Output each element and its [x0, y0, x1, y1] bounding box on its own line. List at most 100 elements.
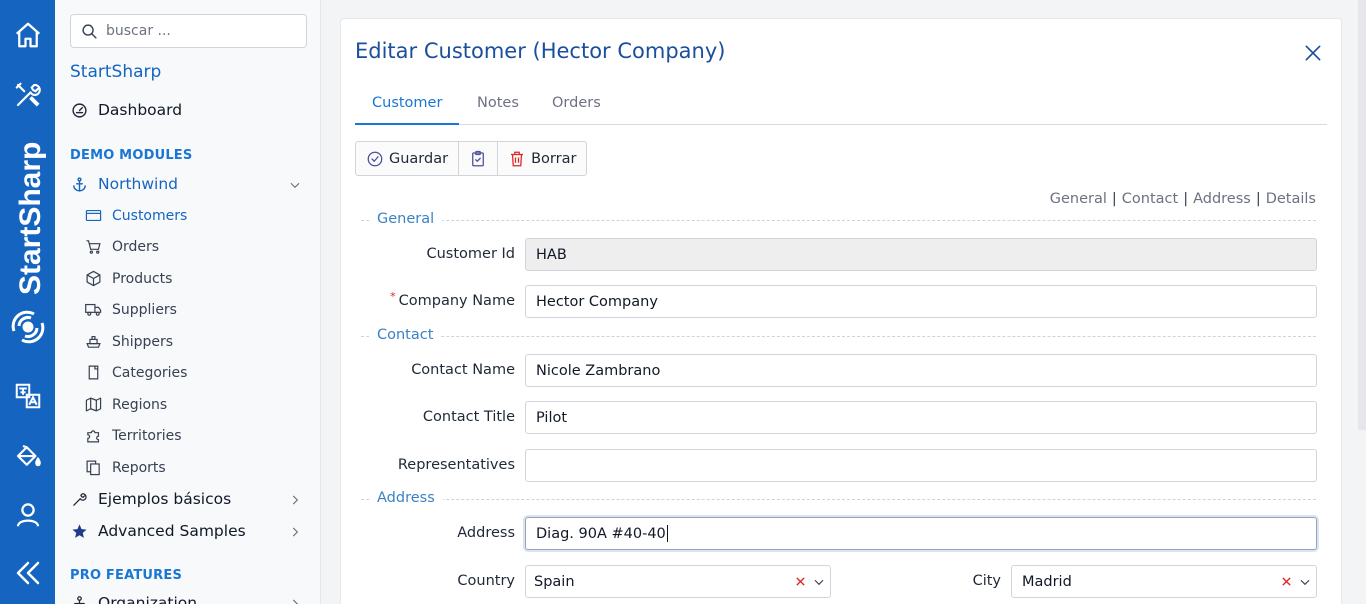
sidebar-item-categories[interactable]: Categories [85, 364, 187, 381]
sidebar-item-dashboard[interactable]: Dashboard [71, 101, 182, 119]
city-label: City [972, 573, 1001, 589]
sidebar: StartSharp Dashboard DEMO MODULES Northw… [55, 0, 321, 604]
map-icon [85, 397, 102, 412]
sidebar-item-customers[interactable]: Customers [85, 207, 187, 224]
category-link-general[interactable]: General [1050, 191, 1107, 207]
sidebar-item-label: Reports [112, 459, 166, 476]
chevron-down-icon[interactable] [1298, 575, 1312, 589]
save-button[interactable]: Guardar [356, 142, 460, 175]
chevron-down-icon[interactable] [288, 178, 302, 192]
representatives-field[interactable] [525, 449, 1317, 482]
clear-icon[interactable] [795, 576, 806, 587]
category-contact-title: Contact [369, 327, 442, 343]
tag-icon [88, 365, 99, 380]
collapse-icon[interactable] [8, 553, 48, 593]
sidebar-item-products[interactable]: Products [85, 270, 172, 287]
customer-id-label: Customer Id [426, 246, 515, 262]
page-scrollbar[interactable] [1358, 0, 1366, 430]
category-links: General | Contact | Address | Details [1050, 191, 1316, 207]
city-select[interactable]: Madrid [1011, 565, 1317, 598]
tab-orders[interactable]: Orders [535, 95, 618, 125]
category-link-details[interactable]: Details [1266, 191, 1316, 207]
sidebar-item-label: Advanced Samples [98, 522, 246, 540]
category-divider [361, 220, 1316, 221]
star-icon [72, 523, 87, 538]
chevron-right-icon[interactable] [288, 493, 302, 507]
clipboard-check-icon [472, 150, 484, 166]
country-value: Spain [534, 573, 575, 590]
delete-button[interactable]: Borrar [498, 142, 586, 175]
required-marker: * [390, 290, 396, 303]
sidebar-item-label: Suppliers [112, 301, 177, 318]
anchor-icon [73, 176, 86, 192]
address-value: Diag. 90A #40-40 [536, 525, 666, 542]
clear-icon[interactable] [1281, 576, 1292, 587]
tools-icon[interactable] [8, 75, 48, 115]
contact-name-label: Contact Name [411, 362, 515, 378]
contact-title-field[interactable]: Pilot [525, 401, 1317, 434]
company-name-label-text: Company Name [398, 293, 515, 309]
sidebar-item-organization[interactable]: Organization [71, 594, 197, 604]
separator: | [1255, 191, 1261, 207]
app-title[interactable]: StartSharp [70, 62, 161, 82]
category-general-title: General [369, 211, 443, 227]
tab-customer[interactable]: Customer [355, 95, 460, 125]
paint-bucket-icon[interactable] [8, 436, 48, 476]
chevron-right-icon[interactable] [288, 597, 302, 604]
sidebar-item-shippers[interactable]: Shippers [85, 333, 173, 350]
category-divider [361, 336, 1316, 337]
search-box[interactable] [70, 14, 307, 48]
category-link-address[interactable]: Address [1193, 191, 1251, 207]
truck-icon [85, 303, 102, 316]
cart-icon [86, 240, 101, 254]
company-name-field[interactable]: Hector Company [525, 285, 1317, 318]
icon-rail: StartSharp [0, 0, 55, 604]
sidebar-item-territories[interactable]: Territories [85, 427, 182, 444]
country-label: Country [457, 573, 515, 589]
reports-icon [86, 460, 100, 476]
category-divider [361, 499, 1316, 500]
section-demo-modules: DEMO MODULES [70, 148, 193, 163]
trash-icon [511, 151, 524, 166]
wrench-icon [73, 492, 87, 506]
customer-id-field[interactable]: HAB [525, 238, 1317, 271]
user-icon[interactable] [8, 495, 48, 535]
check-circle-icon [367, 151, 383, 166]
translate-icon[interactable] [8, 376, 48, 416]
category-address-title: Address [369, 490, 443, 506]
puzzle-icon [87, 430, 100, 443]
chevron-right-icon[interactable] [288, 525, 302, 539]
chevron-down-icon[interactable] [812, 575, 826, 589]
sidebar-item-label: Organization [98, 594, 198, 604]
contact-name-field[interactable]: Nicole Zambrano [525, 354, 1317, 387]
home-icon[interactable] [8, 15, 48, 55]
address-field[interactable]: Diag. 90A #40-40 [525, 517, 1317, 550]
company-name-label: * Company Name [371, 290, 515, 309]
separator: | [1183, 191, 1189, 207]
sidebar-item-label: Customers [112, 207, 188, 224]
category-link-contact[interactable]: Contact [1122, 191, 1178, 207]
box-icon [86, 270, 101, 287]
apply-changes-button[interactable] [459, 142, 499, 175]
brand-logo: StartSharp [11, 142, 47, 344]
sidebar-item-advanced-samples[interactable]: Advanced Samples [71, 522, 246, 540]
sidebar-item-reports[interactable]: Reports [85, 459, 166, 476]
separator: | [1111, 191, 1117, 207]
customers-icon [85, 209, 102, 222]
brand-vertical-text: StartSharp [14, 142, 47, 295]
sidebar-item-regions[interactable]: Regions [85, 396, 167, 413]
sidebar-item-label: Ejemplos básicos [98, 490, 232, 508]
search-icon [82, 23, 97, 39]
sidebar-item-suppliers[interactable]: Suppliers [85, 301, 177, 318]
sidebar-item-orders[interactable]: Orders [85, 238, 159, 255]
country-select[interactable]: Spain [525, 565, 831, 598]
close-icon[interactable] [1303, 43, 1323, 63]
section-pro-features: PRO FEATURES [70, 568, 183, 583]
address-label: Address [457, 525, 515, 541]
search-input[interactable] [106, 23, 296, 39]
city-value: Madrid [1022, 573, 1072, 590]
organization-icon [73, 595, 86, 604]
sidebar-item-northwind[interactable]: Northwind [71, 175, 178, 193]
sidebar-item-basic-samples[interactable]: Ejemplos básicos [71, 490, 231, 508]
tab-notes[interactable]: Notes [460, 95, 536, 125]
